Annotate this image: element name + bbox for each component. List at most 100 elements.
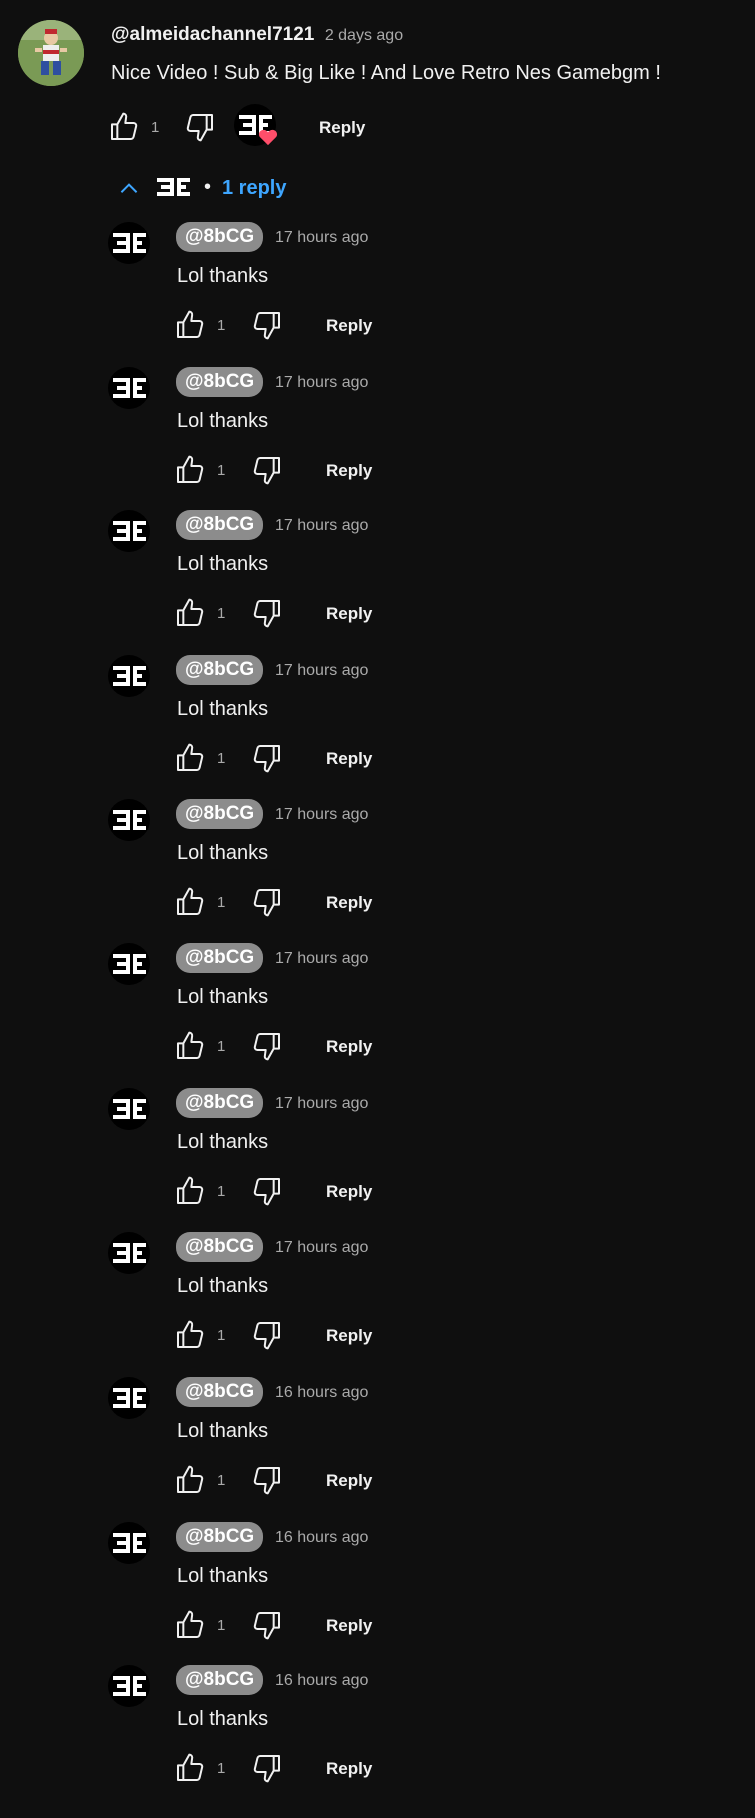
reply-timestamp[interactable]: 17 hours ago — [275, 806, 368, 824]
thumbs-down-icon — [186, 114, 213, 142]
reply-dislike-button[interactable] — [251, 454, 283, 486]
logo-3e-icon — [113, 1243, 146, 1263]
reply-author-chip[interactable]: @8bCG — [176, 1665, 264, 1695]
thumbs-down-icon — [253, 889, 280, 917]
reply-reply-button[interactable]: Reply — [326, 1326, 372, 1346]
reply-like-count: 1 — [217, 1760, 226, 1777]
reply-avatar[interactable] — [108, 1377, 150, 1419]
reply-timestamp[interactable]: 17 hours ago — [275, 950, 368, 968]
reply-avatar[interactable] — [108, 1232, 150, 1274]
reply-dislike-button[interactable] — [251, 1752, 283, 1784]
reply-timestamp[interactable]: 17 hours ago — [275, 374, 368, 392]
reply-reply-button[interactable]: Reply — [326, 1037, 372, 1057]
thumbs-down-icon — [253, 1178, 280, 1206]
reply-author-chip[interactable]: @8bCG — [176, 1088, 264, 1118]
reply-timestamp[interactable]: 16 hours ago — [275, 1529, 368, 1547]
reply-author-chip[interactable]: @8bCG — [176, 1232, 264, 1262]
reply-avatar[interactable] — [108, 799, 150, 841]
reply-timestamp[interactable]: 17 hours ago — [275, 1239, 368, 1257]
reply-reply-button[interactable]: Reply — [326, 749, 372, 769]
reply-text: Lol thanks — [177, 842, 269, 864]
reply-reply-button[interactable]: Reply — [326, 461, 372, 481]
reply-avatar[interactable] — [108, 1522, 150, 1564]
toggle-separator: • — [204, 176, 212, 198]
reply-like-button[interactable] — [174, 1319, 206, 1351]
reply-dislike-button[interactable] — [251, 886, 283, 918]
reply-reply-button[interactable]: Reply — [326, 604, 372, 624]
reply-author-chip[interactable]: @8bCG — [176, 367, 264, 397]
thumbs-up-icon — [177, 1320, 204, 1348]
reply-avatar[interactable] — [108, 367, 150, 409]
reply-like-button[interactable] — [174, 454, 206, 486]
reply-text: Lol thanks — [177, 1275, 269, 1297]
reply-author-chip[interactable]: @8bCG — [176, 1377, 264, 1407]
reply-dislike-button[interactable] — [251, 1319, 283, 1351]
reply-timestamp[interactable]: 16 hours ago — [275, 1384, 368, 1402]
thumbs-up-icon — [177, 598, 204, 626]
reply-reply-button[interactable]: Reply — [326, 1616, 372, 1636]
reply-avatar[interactable] — [108, 222, 150, 264]
reply-like-button[interactable] — [174, 1609, 206, 1641]
thumbs-down-icon — [253, 1612, 280, 1640]
reply-avatar[interactable] — [108, 943, 150, 985]
reply-dislike-button[interactable] — [251, 1609, 283, 1641]
thumbs-up-icon — [177, 1176, 204, 1204]
reply-text: Lol thanks — [177, 553, 269, 575]
reply-dislike-button[interactable] — [251, 1175, 283, 1207]
reply-author-chip[interactable]: @8bCG — [176, 222, 264, 252]
commenter-avatar[interactable] — [18, 20, 84, 86]
reply-like-button[interactable] — [174, 742, 206, 774]
reply-avatar[interactable] — [108, 655, 150, 697]
comment-author[interactable]: @almeidachannel7121 — [111, 24, 314, 45]
thumbs-up-icon — [111, 112, 138, 140]
reply-avatar[interactable] — [108, 1665, 150, 1707]
reply-like-count: 1 — [217, 317, 226, 334]
reply-timestamp[interactable]: 17 hours ago — [275, 229, 368, 247]
reply-reply-button[interactable]: Reply — [326, 1759, 372, 1779]
heart-icon — [258, 129, 278, 146]
reply-reply-button[interactable]: Reply — [326, 893, 372, 913]
dislike-button[interactable] — [184, 111, 216, 143]
reply-timestamp[interactable]: 16 hours ago — [275, 1672, 368, 1690]
logo-3e-icon — [113, 233, 146, 253]
logo-3e-icon — [113, 1676, 146, 1696]
comment-timestamp[interactable]: 2 days ago — [325, 27, 403, 44]
chevron-up-icon — [120, 183, 138, 193]
reply-like-button[interactable] — [174, 309, 206, 341]
reply-author-chip[interactable]: @8bCG — [176, 799, 264, 829]
thumbs-down-icon — [253, 312, 280, 340]
replies-count-label[interactable]: 1 reply — [222, 177, 286, 200]
reply-reply-button[interactable]: Reply — [326, 1471, 372, 1491]
reply-like-button[interactable] — [174, 1464, 206, 1496]
reply-timestamp[interactable]: 17 hours ago — [275, 1095, 368, 1113]
reply-dislike-button[interactable] — [251, 597, 283, 629]
reply-like-button[interactable] — [174, 1752, 206, 1784]
thumbs-down-icon — [253, 1033, 280, 1061]
reply-like-button[interactable] — [174, 886, 206, 918]
logo-3e-icon — [113, 810, 146, 830]
reply-text: Lol thanks — [177, 1565, 269, 1587]
reply-author-chip[interactable]: @8bCG — [176, 510, 264, 540]
reply-author-chip[interactable]: @8bCG — [176, 1522, 264, 1552]
reply-like-button[interactable] — [174, 1030, 206, 1062]
reply-dislike-button[interactable] — [251, 1030, 283, 1062]
reply-dislike-button[interactable] — [251, 1464, 283, 1496]
reply-text: Lol thanks — [177, 986, 269, 1008]
reply-button[interactable]: Reply — [319, 118, 365, 138]
reply-reply-button[interactable]: Reply — [326, 316, 372, 336]
reply-reply-button[interactable]: Reply — [326, 1182, 372, 1202]
reply-avatar[interactable] — [108, 510, 150, 552]
reply-timestamp[interactable]: 17 hours ago — [275, 662, 368, 680]
reply-author-chip[interactable]: @8bCG — [176, 655, 264, 685]
reply-dislike-button[interactable] — [251, 309, 283, 341]
reply-like-count: 1 — [217, 1038, 226, 1055]
reply-like-button[interactable] — [174, 597, 206, 629]
reply-avatar[interactable] — [108, 1088, 150, 1130]
like-button[interactable] — [108, 111, 140, 143]
comment-text: Nice Video ! Sub & Big Like ! And Love R… — [111, 62, 661, 84]
reply-timestamp[interactable]: 17 hours ago — [275, 517, 368, 535]
thumbs-up-icon — [177, 1610, 204, 1638]
reply-dislike-button[interactable] — [251, 742, 283, 774]
reply-like-button[interactable] — [174, 1175, 206, 1207]
reply-author-chip[interactable]: @8bCG — [176, 943, 264, 973]
